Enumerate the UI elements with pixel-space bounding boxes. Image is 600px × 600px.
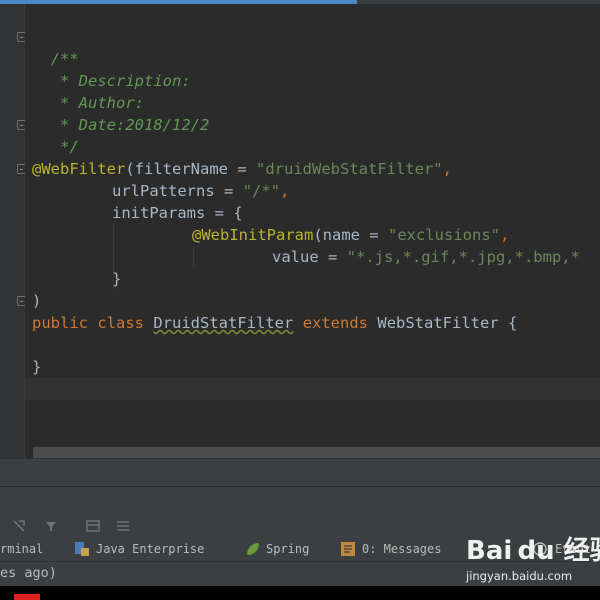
tool-window-body <box>0 486 600 513</box>
code-line-brace-close[interactable]: } <box>112 268 121 290</box>
webinitparam-annotation: @WebInitParam <box>192 226 314 244</box>
status-message: es ago) <box>0 565 57 581</box>
taskbar-app-icon[interactable] <box>14 594 40 600</box>
watermark-url: jingyan.baidu.com <box>466 569 573 583</box>
filtername-key: filterName = <box>134 160 256 178</box>
code-line-1[interactable]: /** <box>32 26 79 68</box>
code-line-class-close[interactable]: } <box>32 356 41 378</box>
initparams-key: initParams = { <box>112 204 243 222</box>
java-enterprise-icon <box>75 542 89 556</box>
tab-terminal[interactable]: rminal <box>0 537 43 561</box>
keyword-class: class <box>97 314 145 332</box>
indent-guide <box>193 246 194 268</box>
horizontal-scrollbar-thumb[interactable] <box>33 447 600 458</box>
watermark-logo: Bai du 经验 <box>466 536 600 566</box>
tool-window-header <box>0 458 600 487</box>
editor-gutter[interactable] <box>0 4 25 458</box>
code-line-3[interactable]: * Author: <box>32 70 144 112</box>
brace-close: } <box>112 270 122 288</box>
keyword-public: public <box>32 314 88 332</box>
code-line-5[interactable]: */ <box>32 114 79 156</box>
urlpatterns-value: "/*" <box>242 182 280 200</box>
brace-close: } <box>32 358 42 376</box>
comma: , <box>279 182 290 200</box>
tab-java-enterprise[interactable]: Java Enterprise <box>96 537 204 561</box>
code-line-class-decl[interactable]: public class DruidStatFilter extends Web… <box>32 312 517 334</box>
tab-messages[interactable]: 0: Messages <box>362 537 441 561</box>
comment-close: */ <box>50 138 79 156</box>
layout-icon[interactable] <box>86 519 100 533</box>
baidu-watermark: Bai du 经验 jingyan.baidu.com <box>466 533 600 589</box>
class-name[interactable]: DruidStatFilter <box>153 314 293 332</box>
comma: , <box>499 226 510 244</box>
code-line-paren-close[interactable]: ) <box>32 290 41 312</box>
code-line-webfilter[interactable]: @WebFilter(filterName = "druidWebStatFil… <box>32 158 452 180</box>
spring-leaf-icon <box>247 543 259 555</box>
code-line-4[interactable]: * Date:2018/12/2 <box>32 92 209 134</box>
comma: , <box>442 160 452 178</box>
code-line-initparams[interactable]: initParams = { <box>112 202 243 224</box>
settings-list-icon[interactable] <box>116 519 130 533</box>
name-value: "exclusions" <box>388 226 500 244</box>
filtername-value: "druidWebStatFilter" <box>256 160 443 178</box>
disconnect-icon[interactable] <box>12 519 26 533</box>
filter-icon[interactable] <box>44 519 58 533</box>
brace-open: { <box>508 314 518 332</box>
urlpatterns-key: urlPatterns = <box>112 182 243 200</box>
messages-icon <box>341 542 355 556</box>
paren-open: ( <box>125 160 135 178</box>
code-line-value[interactable]: value = "*.js,*.gif,*.jpg,*.bmp,* <box>272 246 580 268</box>
value-key: value = <box>272 248 347 266</box>
code-line-urlpatterns[interactable]: urlPatterns = "/*", <box>112 180 289 202</box>
current-line-highlight <box>25 378 600 400</box>
name-key: name = <box>322 226 388 244</box>
code-line-2[interactable]: * Description: <box>32 48 191 90</box>
value-string: "*.js,*.gif,*.jpg,*.bmp,* <box>346 248 580 266</box>
superclass-name[interactable]: WebStatFilter <box>377 314 498 332</box>
code-line-webinitparam[interactable]: @WebInitParam(name = "exclusions", <box>192 224 509 246</box>
paren-close: ) <box>32 292 42 310</box>
webfilter-annotation: @WebFilter <box>32 160 126 178</box>
paren-open: ( <box>313 226 323 244</box>
keyword-extends: extends <box>302 314 369 332</box>
tab-spring[interactable]: Spring <box>266 537 309 561</box>
